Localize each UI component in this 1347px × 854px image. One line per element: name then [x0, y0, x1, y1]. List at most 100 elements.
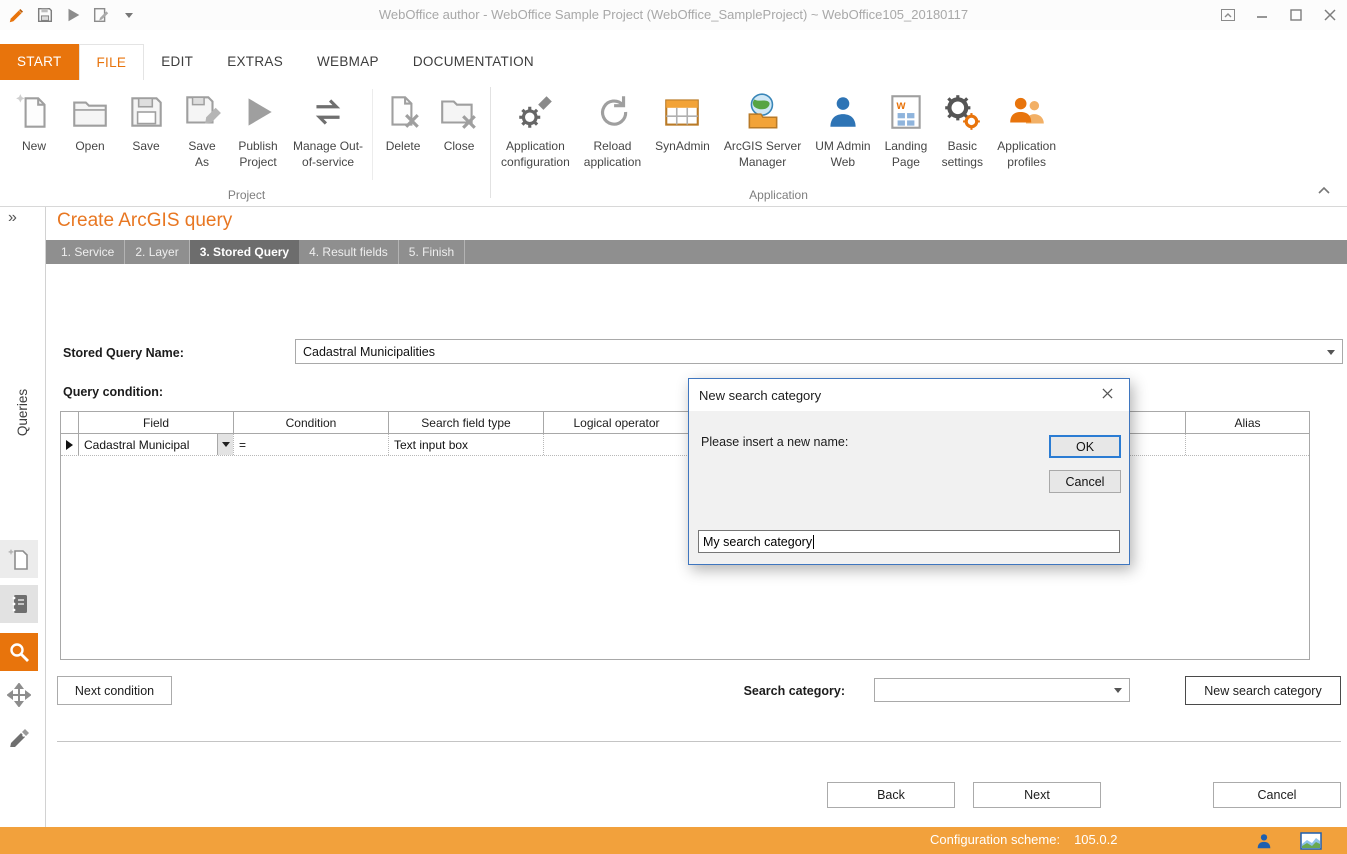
query-condition-label: Query condition: — [63, 385, 163, 399]
window-title: WebOffice author - WebOffice Sample Proj… — [200, 0, 1147, 30]
user-admin-icon — [822, 85, 864, 139]
ribbon-item-arcgis-server-manager[interactable]: ArcGIS ServerManager — [717, 83, 808, 173]
cancel-button[interactable]: Cancel — [1213, 782, 1341, 808]
sidebar-tool-pen[interactable] — [0, 716, 38, 754]
tab-extras[interactable]: EXTRAS — [210, 44, 300, 80]
tab-start[interactable]: START — [0, 44, 79, 80]
sidebar-expand-icon[interactable]: » — [8, 209, 17, 227]
stored-query-name-value: Cadastral Municipalities — [303, 345, 435, 359]
page-title: Create ArcGIS query — [57, 210, 232, 232]
dialog-name-input[interactable]: My search category — [698, 530, 1120, 553]
row-search-field-type-cell[interactable]: Text input box — [389, 434, 544, 455]
ribbon-item-landing-page[interactable]: w LandingPage — [878, 83, 935, 173]
sidebar-tool-queries-search-icon[interactable] — [0, 633, 38, 671]
sidebar-tool-catalog[interactable] — [0, 585, 38, 623]
row-logical-operator-cell[interactable] — [544, 434, 690, 455]
tab-file[interactable]: FILE — [79, 44, 145, 80]
ribbon-item-synadmin[interactable]: SynAdmin — [648, 83, 717, 173]
sidebar-tool-move[interactable] — [0, 676, 38, 714]
step-tab-layer[interactable]: 2. Layer — [125, 240, 189, 264]
chevron-down-icon — [222, 442, 230, 447]
map-status-icon[interactable] — [1300, 830, 1322, 851]
tab-webmap[interactable]: WEBMAP — [300, 44, 396, 80]
user-status-icon[interactable] — [1253, 830, 1275, 851]
stored-query-name-combobox[interactable]: Cadastral Municipalities — [295, 339, 1343, 364]
maximize-icon[interactable] — [1289, 8, 1303, 22]
ribbon-subgroup-separator — [372, 89, 373, 180]
save-floppy-icon — [125, 85, 167, 139]
search-category-combobox[interactable] — [874, 678, 1130, 702]
ribbon-item-open[interactable]: Open — [62, 83, 118, 173]
tab-documentation[interactable]: DOCUMENTATION — [396, 44, 551, 80]
weboffice-author-window: WebOffice author - WebOffice Sample Proj… — [0, 0, 1347, 854]
chevron-down-icon — [1114, 688, 1122, 693]
edit-pencil-icon[interactable] — [8, 6, 26, 24]
ribbon-item-reload-application[interactable]: Reloadapplication — [577, 83, 648, 173]
dialog-name-input-value: My search category — [703, 535, 812, 549]
ribbon-item-publish-project[interactable]: PublishProject — [230, 83, 286, 173]
ribbon-item-close[interactable]: Close — [431, 83, 487, 173]
configuration-scheme-value: 105.0.2 — [1074, 832, 1117, 847]
field-dropdown-button[interactable] — [217, 434, 233, 455]
modify-document-icon[interactable] — [92, 6, 110, 24]
step-tab-service[interactable]: 1. Service — [51, 240, 125, 264]
row-field-cell[interactable]: Cadastral Municipal — [79, 434, 234, 455]
ribbon-item-label: UM Admin — [815, 139, 870, 155]
dialog-ok-button[interactable]: OK — [1049, 435, 1121, 458]
landing-page-icon: w — [885, 85, 927, 139]
row-alias-cell[interactable] — [1186, 434, 1309, 455]
grid-header-condition: Condition — [234, 412, 389, 433]
new-search-category-dialog: New search category Please insert a new … — [688, 378, 1130, 565]
tab-edit[interactable]: EDIT — [144, 44, 210, 80]
sidebar-tool-new-query[interactable] — [0, 540, 38, 578]
step-tab-result-fields[interactable]: 4. Result fields — [299, 240, 399, 264]
publish-play-icon[interactable] — [64, 6, 82, 24]
ribbon-item-label: Application — [997, 139, 1056, 155]
ribbon-item-label: Save — [188, 139, 215, 155]
row-condition-cell[interactable]: = — [234, 434, 389, 455]
dialog-close-icon[interactable] — [1096, 387, 1119, 403]
ribbon-item-label: Close — [444, 139, 475, 155]
ribbon-item-application-configuration[interactable]: Applicationconfiguration — [494, 83, 577, 173]
search-category-label: Search category: — [700, 684, 845, 698]
configuration-scheme-status: Configuration scheme: 105.0.2 — [930, 832, 1117, 847]
ribbon-group-application: Applicationconfiguration Reloadapplicati… — [494, 83, 1063, 206]
swap-arrows-icon — [307, 85, 349, 139]
ribbon-item-manage-out-of-service[interactable]: Manage Out-of-service — [286, 83, 370, 173]
collapse-ribbon-icon[interactable] — [1317, 183, 1331, 198]
ribbon-item-label: Manage Out- — [293, 139, 363, 155]
step-tab-finish[interactable]: 5. Finish — [399, 240, 465, 264]
ribbon-item-um-admin-web[interactable]: UM AdminWeb — [808, 83, 877, 173]
ribbon-item-application-profiles[interactable]: Applicationprofiles — [990, 83, 1063, 173]
close-folder-icon — [438, 85, 480, 139]
grid-header-logical-operator: Logical operator — [544, 412, 690, 433]
status-bar: Configuration scheme: 105.0.2 — [0, 827, 1347, 854]
next-condition-button[interactable]: Next condition — [57, 676, 172, 705]
toolbar-options-caret-icon[interactable] — [120, 6, 138, 24]
grid-header-alias: Alias — [1186, 412, 1309, 433]
ribbon-item-label: Landing — [885, 139, 928, 155]
dialog-cancel-button[interactable]: Cancel — [1049, 470, 1121, 493]
wizard-step-bar: 1. Service 2. Layer 3. Stored Query 4. R… — [46, 240, 1347, 264]
ribbon-display-icon[interactable] — [1221, 8, 1235, 22]
close-window-icon[interactable] — [1323, 8, 1337, 22]
row-selector[interactable] — [61, 434, 79, 455]
stored-query-name-label: Stored Query Name: — [63, 346, 184, 360]
title-bar: WebOffice author - WebOffice Sample Proj… — [0, 0, 1347, 30]
ribbon-item-delete[interactable]: Delete — [375, 83, 431, 173]
ribbon-item-label: Delete — [386, 139, 421, 155]
ribbon-group-project: New Open Save — [6, 83, 487, 206]
save-as-icon — [181, 85, 223, 139]
ribbon-item-basic-settings[interactable]: Basicsettings — [934, 83, 990, 173]
back-button[interactable]: Back — [827, 782, 955, 808]
new-search-category-button[interactable]: New search category — [1185, 676, 1341, 705]
ribbon-item-save[interactable]: Save — [118, 83, 174, 173]
admin-table-icon — [661, 85, 703, 139]
minimize-icon[interactable] — [1255, 8, 1269, 22]
wizard-separator — [57, 741, 1341, 742]
ribbon-item-new[interactable]: New — [6, 83, 62, 173]
save-icon[interactable] — [36, 6, 54, 24]
ribbon-item-save-as[interactable]: SaveAs — [174, 83, 230, 173]
step-tab-stored-query[interactable]: 3. Stored Query — [190, 240, 299, 264]
next-button[interactable]: Next — [973, 782, 1101, 808]
